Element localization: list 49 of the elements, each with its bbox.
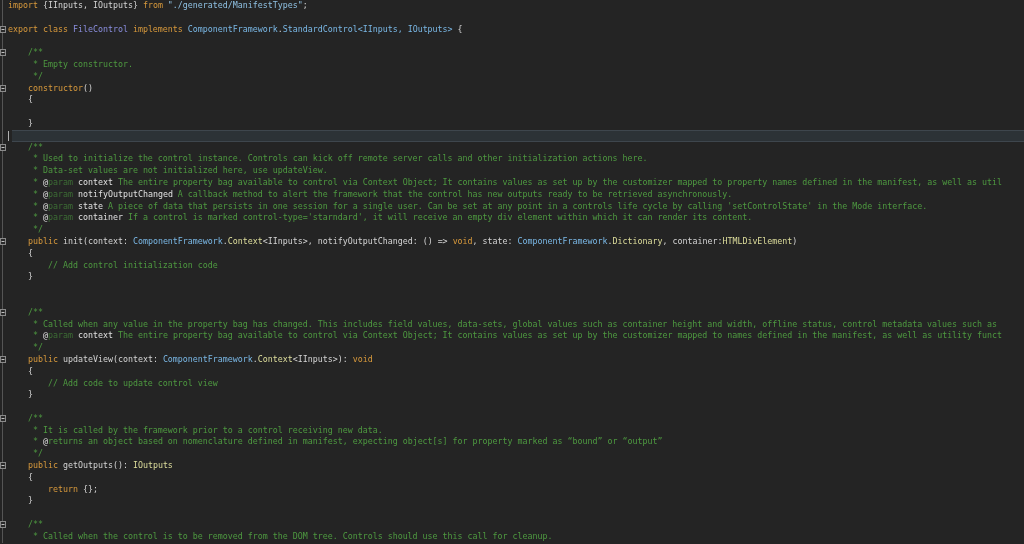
code-line: } <box>28 117 33 130</box>
code-line: // Add control initialization code <box>47 259 218 272</box>
code-line: /** <box>28 47 43 59</box>
code-line: /** <box>28 519 43 531</box>
collapse-icon[interactable] <box>0 143 6 151</box>
code-line: * Data-set values are not initialized here, use updateView. <box>33 165 328 177</box>
code-line: * Empty constructor. <box>33 59 133 71</box>
code-line: /** <box>28 141 43 154</box>
code-line: // Add code to update control view <box>47 377 218 390</box>
code-line: constructor() <box>28 82 93 95</box>
code-line: * @param container If a control is marked control-type='starndard', it will receive an empty div element within which it can render its content. <box>33 212 753 225</box>
collapse-icon[interactable] <box>0 49 6 57</box>
collapse-icon[interactable] <box>0 462 6 470</box>
collapse-icon[interactable] <box>0 25 6 33</box>
code-line: public updateView(context: ComponentFramework.Context<IInputs>): void <box>28 353 373 366</box>
collapse-icon[interactable] <box>0 414 6 422</box>
text-cursor <box>8 130 9 141</box>
code-line: * @param context The entire property bag available to control via Context Object; It contains values as set up by the customizer mapped to property names defined in the manifest, as well as util <box>33 176 1003 189</box>
code-line: public getOutputs(): IOutputs <box>28 460 173 472</box>
code-line: */ <box>33 70 43 83</box>
code-line: * @param notifyOutputChanged A callback method to alert the framework that the control has new outputs ready to be retrieved asynchronously. <box>33 188 733 201</box>
collapse-icon[interactable] <box>0 84 6 92</box>
code-line: * @param state A piece of data that persists in one session for a single user. Can be set at any point in a controls life cycle by calling 'setControlState' in the Mode interface. <box>33 200 928 213</box>
code-line: * @returns an object based on nomenclature defined in manifest, expecting object[s] for property marked as “bound” or “output” <box>33 436 663 449</box>
code-line: } <box>28 389 33 402</box>
code-line: * It is called by the framework prior to a control receiving new data. <box>33 424 383 437</box>
code-line: { <box>28 471 33 484</box>
code-line: { <box>28 247 33 260</box>
code-line: * @param context The entire property bag available to control via Context Object; It contains values as set up by the customizer mapped to names defined in the manifest, as well as utility funct <box>33 330 1003 343</box>
collapse-icon[interactable] <box>0 355 6 363</box>
code-line: public init(context: ComponentFramework.Context<IInputs>, notifyOutputChanged: () => void, state: ComponentFramework.Dictionary, container:HTMLDivElement) <box>28 235 798 248</box>
collapse-icon[interactable] <box>0 308 6 316</box>
code-line: { <box>28 365 33 378</box>
code-line: * Called when the control is to be removed from the DOM tree. Controls should use this call for cleanup. <box>33 530 553 543</box>
code-line: /** <box>28 306 43 319</box>
code-line: */ <box>33 342 43 354</box>
code-line: export class FileControl implements ComponentFramework.StandardControl<IInputs, IOutputs> { <box>8 23 463 36</box>
code-line: return {}; <box>47 483 98 496</box>
collapse-icon[interactable] <box>0 237 6 245</box>
code-line: * Used to initialize the control instance. Controls can kick off remote server calls and other initialization actions here. <box>33 153 648 166</box>
code-line: } <box>28 495 33 508</box>
code-line: /** <box>28 412 43 425</box>
code-line: import {IInputs, IOutputs} from "./generated/ManifestTypes"; <box>8 0 308 12</box>
code-line: } <box>28 271 33 284</box>
code-line: * Called when any value in the property bag has changed. This includes field values, data-sets, global values such as container height and width, offline status, control metadata values such as <box>33 318 998 331</box>
code-line: */ <box>33 448 43 461</box>
code-line: */ <box>33 224 43 236</box>
code-line: { <box>28 94 33 107</box>
collapse-icon[interactable] <box>0 521 6 529</box>
